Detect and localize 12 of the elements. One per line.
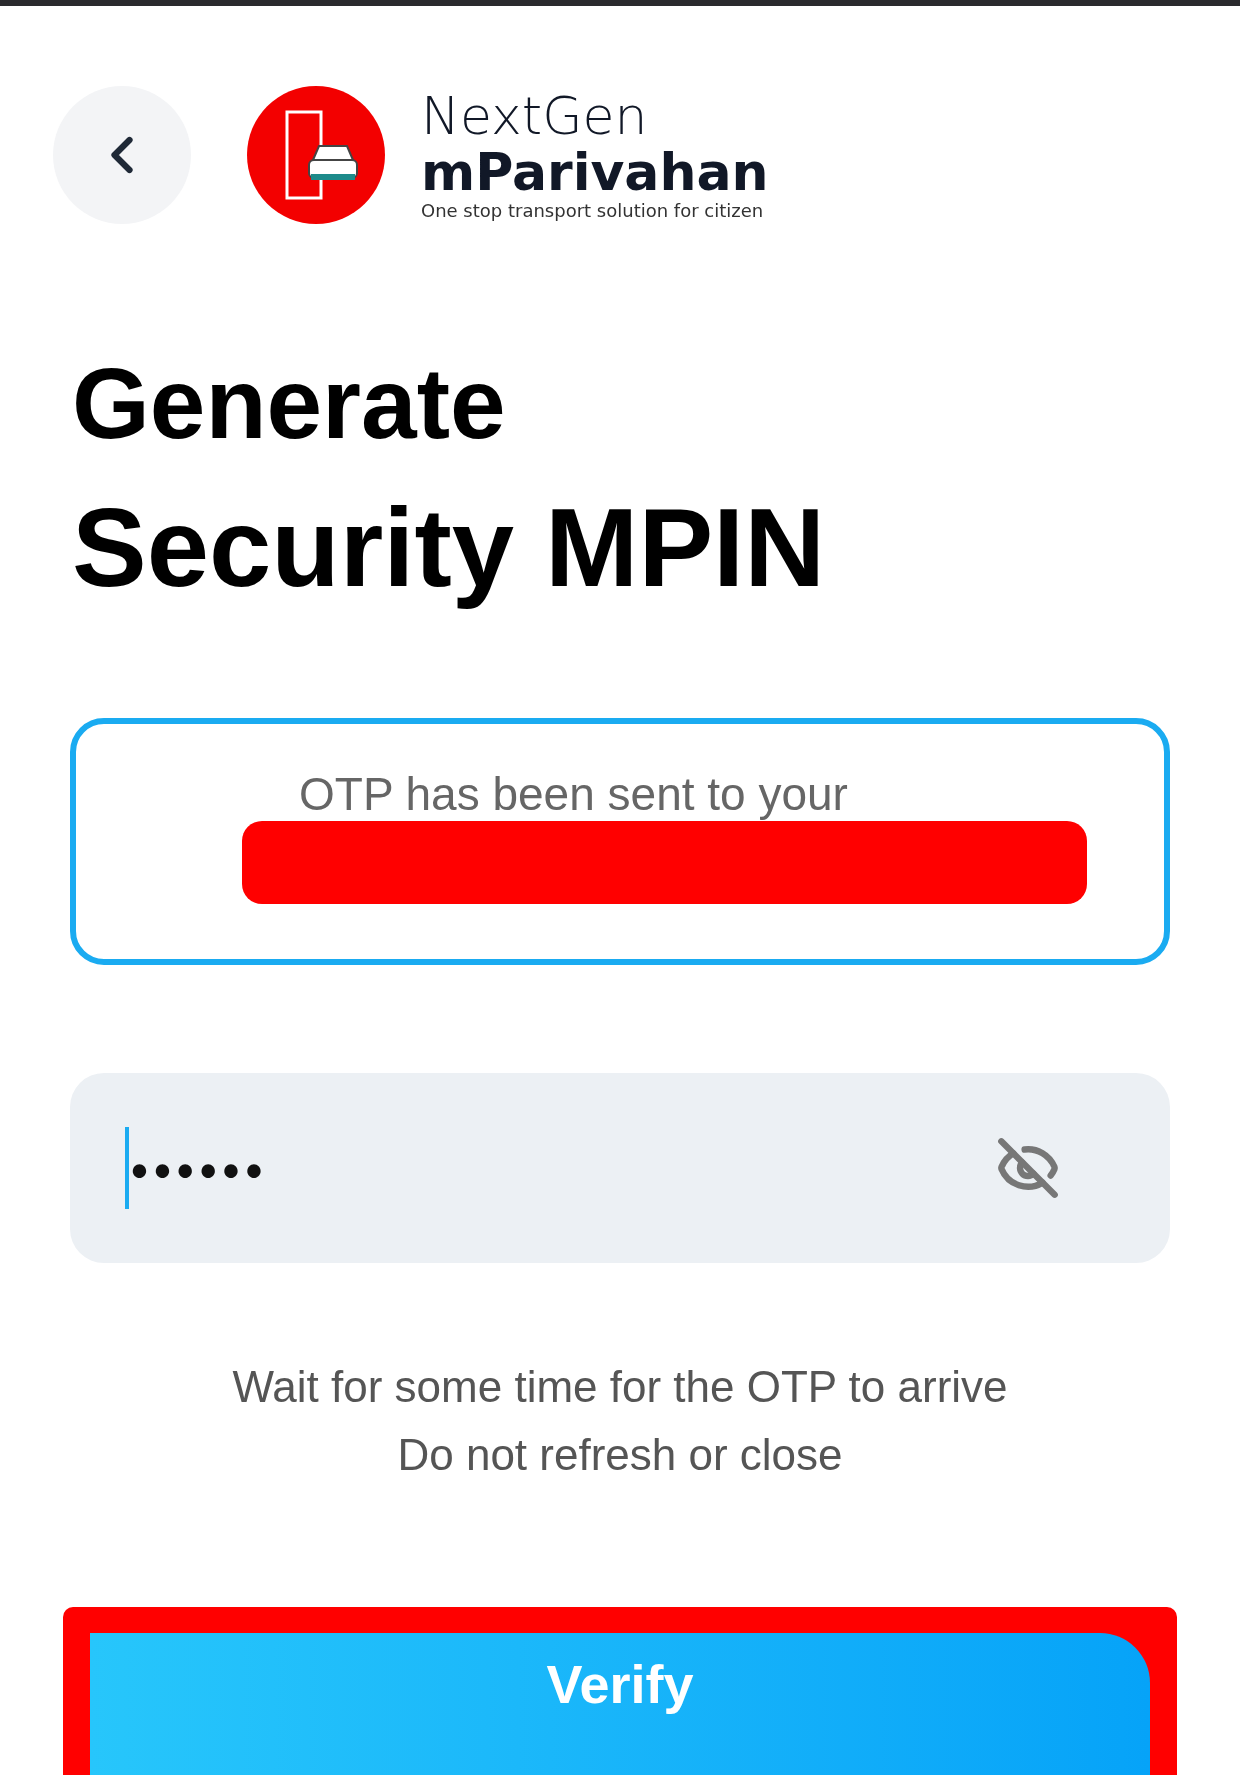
hint-text: Wait for some time for the OTP to arrive	[232, 1361, 1008, 1413]
otp-value: ••••••	[129, 1145, 268, 1192]
visibility-toggle-icon[interactable]	[996, 1136, 1060, 1200]
message-text: OTP has been sent to your	[299, 768, 848, 820]
brand-tagline: One stop transport solution for citizen	[421, 200, 765, 222]
brand-name: NextGen	[421, 88, 649, 144]
page-title: Security MPIN	[72, 484, 826, 612]
otp-field[interactable]: ••••••	[70, 1073, 1170, 1263]
brand-name: mParivahan	[421, 144, 769, 200]
hint-text: Do not refresh or close	[397, 1429, 843, 1481]
page-title: Generate	[72, 348, 506, 458]
logo-icon	[247, 86, 385, 224]
